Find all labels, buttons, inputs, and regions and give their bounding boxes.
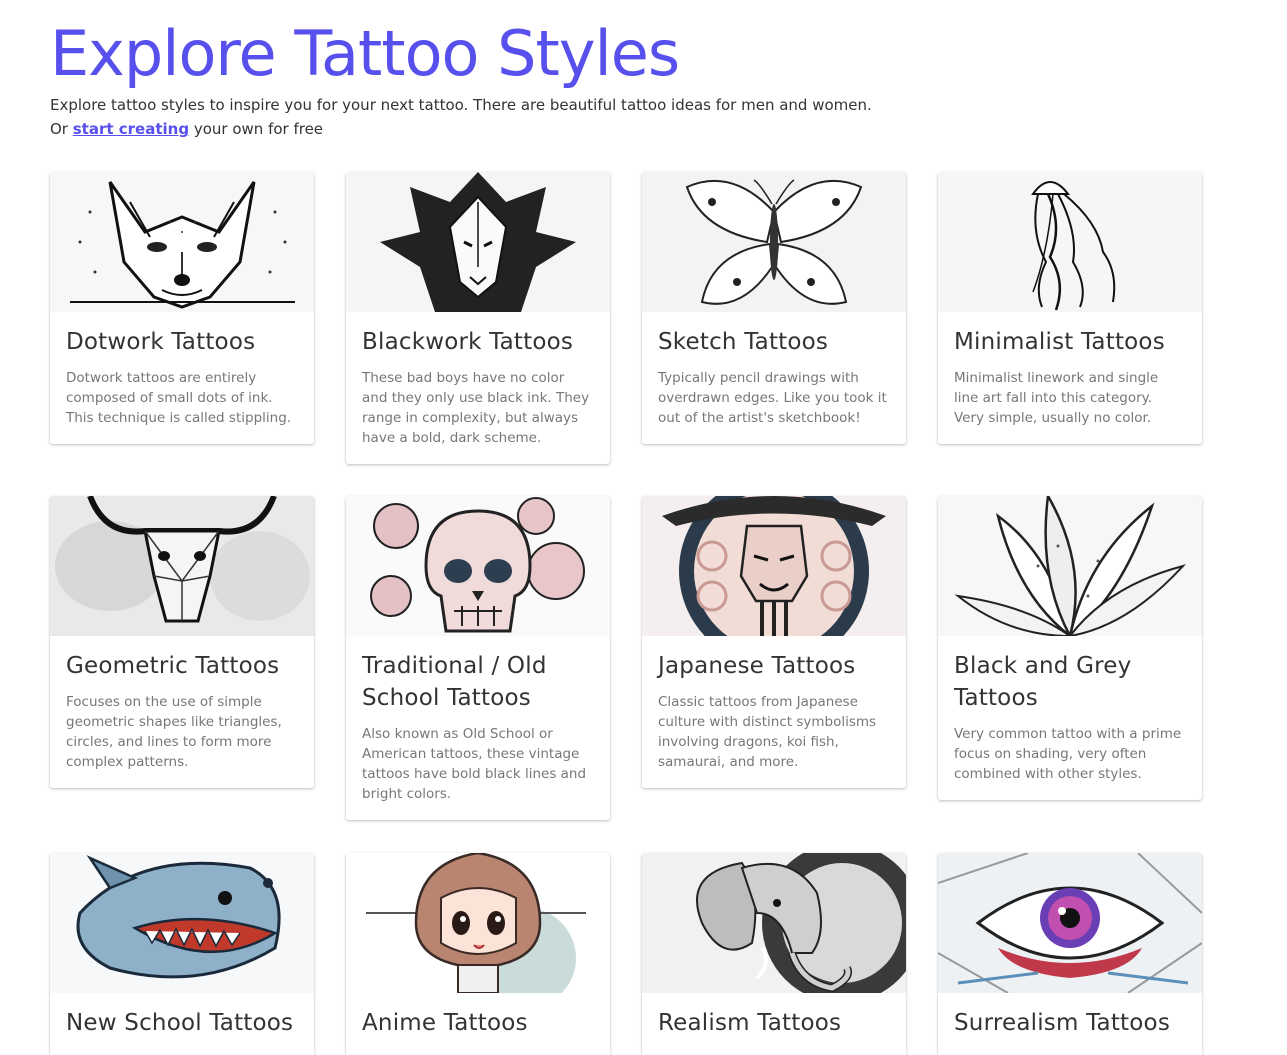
card-title: Traditional / Old School Tattoos <box>362 653 547 711</box>
page-title: Explore Tattoo Styles <box>50 17 680 90</box>
fox-dotwork-image[interactable] <box>50 172 314 312</box>
style-card-sketch[interactable]: Sketch Tattoos Typically pencil drawings… <box>642 172 906 444</box>
card-title: Dotwork Tattoos <box>66 329 256 355</box>
card-description: Focuses on the use of simple geometric s… <box>66 694 282 770</box>
card-description: These bad boys have no color and they on… <box>362 370 590 446</box>
lion-blackwork-image[interactable] <box>346 172 610 312</box>
card-title: Blackwork Tattoos <box>362 329 574 355</box>
card-description: Typically pencil drawings with overdrawn… <box>658 370 887 426</box>
intro-line-1: Explore tattoo styles to inspire you for… <box>50 96 872 114</box>
flower-black-grey-image[interactable] <box>938 496 1202 636</box>
style-card-new-school[interactable]: New School Tattoos <box>50 853 314 1055</box>
anime-girl-image[interactable] <box>346 853 610 993</box>
style-card-realism[interactable]: Realism Tattoos <box>642 853 906 1055</box>
card-title: New School Tattoos <box>66 1010 294 1036</box>
start-creating-link[interactable]: start creating <box>73 120 189 138</box>
style-card-dotwork[interactable]: Dotwork Tattoos Dotwork tattoos are enti… <box>50 172 314 444</box>
shark-new-school-image[interactable] <box>50 853 314 993</box>
card-title: Realism Tattoos <box>658 1010 842 1036</box>
card-title: Sketch Tattoos <box>658 329 829 355</box>
butterfly-sketch-image[interactable] <box>642 172 906 312</box>
style-card-blackwork[interactable]: Blackwork Tattoos These bad boys have no… <box>346 172 610 464</box>
card-title: Minimalist Tattoos <box>954 329 1165 355</box>
card-title: Black and Grey Tattoos <box>954 653 1132 711</box>
card-description: Minimalist linework and single line art … <box>954 370 1159 426</box>
card-title: Japanese Tattoos <box>658 653 856 679</box>
card-title: Anime Tattoos <box>362 1010 528 1036</box>
style-card-minimalist[interactable]: Minimalist Tattoos Minimalist linework a… <box>938 172 1202 444</box>
skull-roses-traditional-image[interactable] <box>346 496 610 636</box>
style-card-traditional[interactable]: Traditional / Old School Tattoos Also kn… <box>346 496 610 820</box>
card-title: Geometric Tattoos <box>66 653 280 679</box>
style-card-anime[interactable]: Anime Tattoos <box>346 853 610 1055</box>
card-title: Surrealism Tattoos <box>954 1010 1171 1036</box>
card-description: Classic tattoos from Japanese culture wi… <box>658 694 877 770</box>
card-description: Also known as Old School or American tat… <box>362 726 587 802</box>
samurai-japanese-image[interactable] <box>642 496 906 636</box>
bull-skull-geometric-image[interactable] <box>50 496 314 636</box>
intro-text: Explore tattoo styles to inspire you for… <box>50 93 1050 141</box>
elephant-realism-image[interactable] <box>642 853 906 993</box>
style-card-black-grey[interactable]: Black and Grey Tattoos Very common tatto… <box>938 496 1202 800</box>
intro-line-2: Or start creating your own for free <box>50 117 1050 141</box>
jellyfish-minimalist-image[interactable] <box>938 172 1202 312</box>
style-card-japanese[interactable]: Japanese Tattoos Classic tattoos from Ja… <box>642 496 906 788</box>
intro-or: Or <box>50 120 73 138</box>
card-description: Dotwork tattoos are entirely composed of… <box>66 370 292 426</box>
eye-surrealism-image[interactable] <box>938 853 1202 993</box>
intro-rest: your own for free <box>189 120 324 138</box>
style-card-surrealism[interactable]: Surrealism Tattoos <box>938 853 1202 1055</box>
card-description: Very common tattoo with a prime focus on… <box>954 726 1182 782</box>
style-card-geometric[interactable]: Geometric Tattoos Focuses on the use of … <box>50 496 314 788</box>
